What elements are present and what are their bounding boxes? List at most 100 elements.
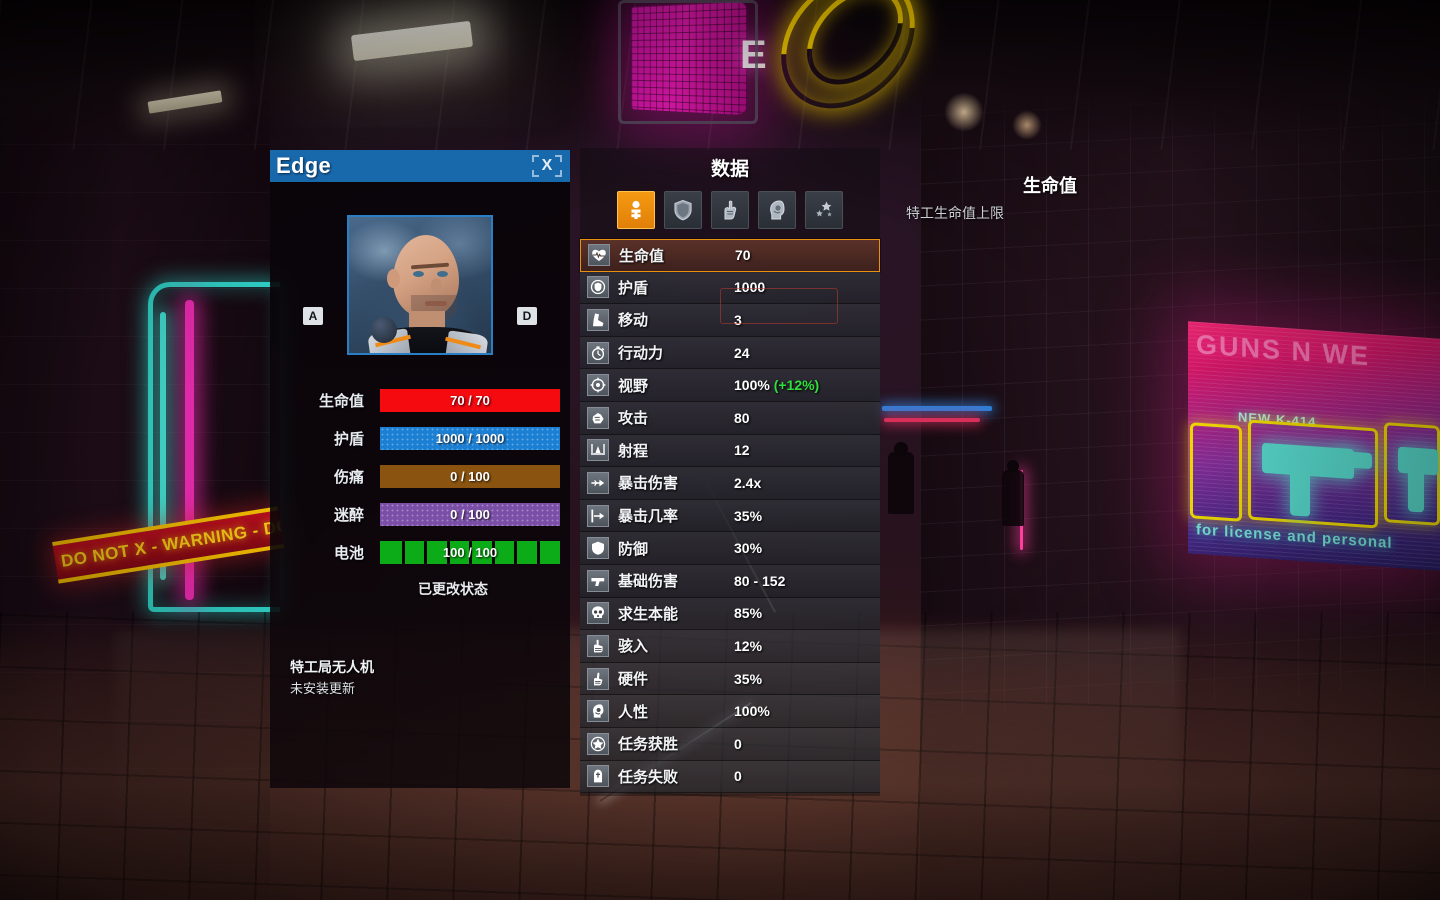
stat-row-attack[interactable]: 攻击 80	[580, 401, 880, 435]
vital-bar-intoxication-value: 0 / 100	[450, 507, 490, 522]
tooltip-title: 生命值	[1023, 176, 1077, 196]
vital-bar-battery-track: 100 / 100	[380, 541, 560, 564]
vital-bar-battery-label: 电池	[333, 545, 364, 562]
vital-bar-battery: 电池 100 / 100	[270, 541, 560, 564]
stat-row-health[interactable]: 生命值 70	[580, 239, 880, 272]
vital-bar-intoxication-track: 0 / 100	[380, 503, 560, 526]
stat-row-movement[interactable]: 移动 3	[580, 304, 880, 337]
cyber-hand-icon	[720, 199, 740, 221]
stats-tab-bar	[580, 191, 880, 229]
grave-icon	[587, 765, 609, 788]
neon-strip-blue	[882, 406, 992, 411]
stat-label: 射程	[618, 442, 649, 460]
tab-hardware[interactable]	[711, 191, 749, 229]
portrait-ear	[387, 269, 400, 288]
vital-bar-intoxication-label: 迷醉	[333, 507, 364, 524]
stat-row-crit-damage[interactable]: 暴击伤害 2.4x	[580, 467, 880, 500]
stat-row-hardware[interactable]: 硬件 35%	[580, 662, 880, 696]
shield-icon	[673, 199, 693, 221]
next-character-key[interactable]: D	[517, 307, 537, 325]
stat-value: 0	[734, 735, 742, 752]
character-name: Edge	[276, 153, 331, 178]
heart-pulse-icon	[588, 244, 610, 267]
boot-icon	[587, 308, 609, 331]
stat-label: 视野	[618, 377, 649, 395]
vital-bar-pain: 伤痛 0 / 100	[270, 465, 560, 488]
stats-panel: 数据 生命值 70 护盾 1000 移动 3 行动力 24 视野 100% (+…	[580, 148, 880, 796]
stat-list: 生命值 70 护盾 1000 移动 3 行动力 24 视野 100% (+12%…	[580, 239, 880, 794]
stat-tooltip: 生命值 特工生命值上限	[900, 172, 1200, 223]
stat-row-survival[interactable]: 求生本能 85%	[580, 597, 880, 631]
tab-health[interactable]	[617, 191, 655, 229]
stat-label: 行动力	[618, 345, 664, 363]
stat-label: 基础伤害	[618, 573, 679, 591]
vital-bar-shield-value: 1000 / 1000	[435, 431, 505, 446]
tooltip-description: 特工生命值上限	[906, 205, 1004, 221]
hack-hand-icon	[587, 634, 609, 657]
vital-bars: 生命值 70 / 70 护盾 1000 / 1000 伤痛 0 / 100 迷醉	[270, 389, 570, 564]
portrait-nose	[431, 279, 442, 295]
stat-row-defense[interactable]: 防御 30%	[580, 532, 880, 565]
stat-label: 骇入	[618, 638, 649, 656]
portrait-eye-right	[437, 271, 448, 277]
head-icon	[767, 199, 787, 221]
drone-block: 特工局无人机 未安装更新	[270, 657, 570, 697]
stat-value: 80 - 152	[734, 572, 786, 589]
close-button[interactable]: X	[532, 154, 562, 178]
cyber-arm-icon	[587, 667, 609, 690]
vital-bar-intoxication: 迷醉 0 / 100	[270, 503, 560, 526]
distant-figure-1	[888, 452, 914, 514]
stat-label: 任务失败	[618, 768, 679, 786]
status-changed-label: 已更改状态	[418, 581, 488, 597]
drone-title: 特工局无人机	[290, 659, 374, 675]
stat-label: 护盾	[618, 279, 649, 297]
led-billboard-frame	[618, 0, 758, 124]
stat-value: 35%	[734, 670, 763, 687]
stat-value: 80	[734, 409, 750, 426]
star-badge-icon	[587, 732, 609, 755]
skull-icon	[587, 602, 609, 625]
vital-bar-pain-track: 0 / 100	[380, 465, 560, 488]
stat-label: 任务获胜	[618, 736, 679, 754]
vital-bar-shield-label: 护盾	[333, 431, 364, 448]
gun-graphic-grip	[1290, 471, 1310, 517]
stat-label: 暴击几率	[618, 508, 679, 526]
stat-value: 0	[734, 768, 742, 785]
stat-value: 2.4x	[734, 474, 762, 491]
distant-figure-1-head	[894, 442, 908, 456]
stat-row-hacking[interactable]: 骇入 12%	[580, 630, 880, 663]
portrait-row: A D	[270, 195, 570, 375]
stat-row-humanity[interactable]: 人性 100%	[580, 695, 880, 728]
character-panel: Edge X A D 生命值 70 / 70 护盾 1000 / 1000 伤痛…	[270, 150, 570, 788]
stat-row-action-points[interactable]: 行动力 24	[580, 336, 880, 370]
stat-row-missions-lost[interactable]: 任务失败 0	[580, 760, 880, 794]
vital-bar-health: 生命值 70 / 70	[270, 389, 560, 412]
stat-row-missions-won[interactable]: 任务获胜 0	[580, 727, 880, 761]
stat-row-base-damage[interactable]: 基础伤害 80 - 152	[580, 564, 880, 598]
stat-row-shield[interactable]: 护盾 1000	[580, 271, 880, 305]
crosshair-icon	[587, 374, 609, 397]
portrait-mouth	[425, 301, 447, 306]
tab-defense[interactable]	[664, 191, 702, 229]
range-icon	[587, 439, 609, 462]
vital-bar-pain-label: 伤痛	[333, 469, 364, 486]
stat-label: 求生本能	[618, 605, 679, 623]
defense-icon	[587, 537, 609, 560]
portrait-eye-left	[413, 271, 424, 277]
tab-perks[interactable]	[805, 191, 843, 229]
stat-row-sight[interactable]: 视野 100% (+12%)	[580, 369, 880, 402]
stat-bonus: (+12%)	[773, 377, 820, 394]
distant-figure-2	[1002, 470, 1024, 526]
stat-row-range[interactable]: 射程 12	[580, 434, 880, 468]
close-icon: X	[541, 157, 553, 174]
stat-value: 85%	[734, 605, 763, 622]
brain-head-icon	[587, 700, 609, 723]
stat-value: 12	[734, 442, 750, 459]
gun-graphic-barrel	[1338, 450, 1372, 470]
prev-character-key[interactable]: A	[303, 307, 323, 325]
portrait-epaulet	[371, 317, 397, 343]
tab-mind[interactable]	[758, 191, 796, 229]
stat-row-crit-chance[interactable]: 暴击几率 35%	[580, 499, 880, 533]
crit-rate-icon	[587, 504, 609, 527]
stopwatch-icon	[587, 341, 609, 364]
